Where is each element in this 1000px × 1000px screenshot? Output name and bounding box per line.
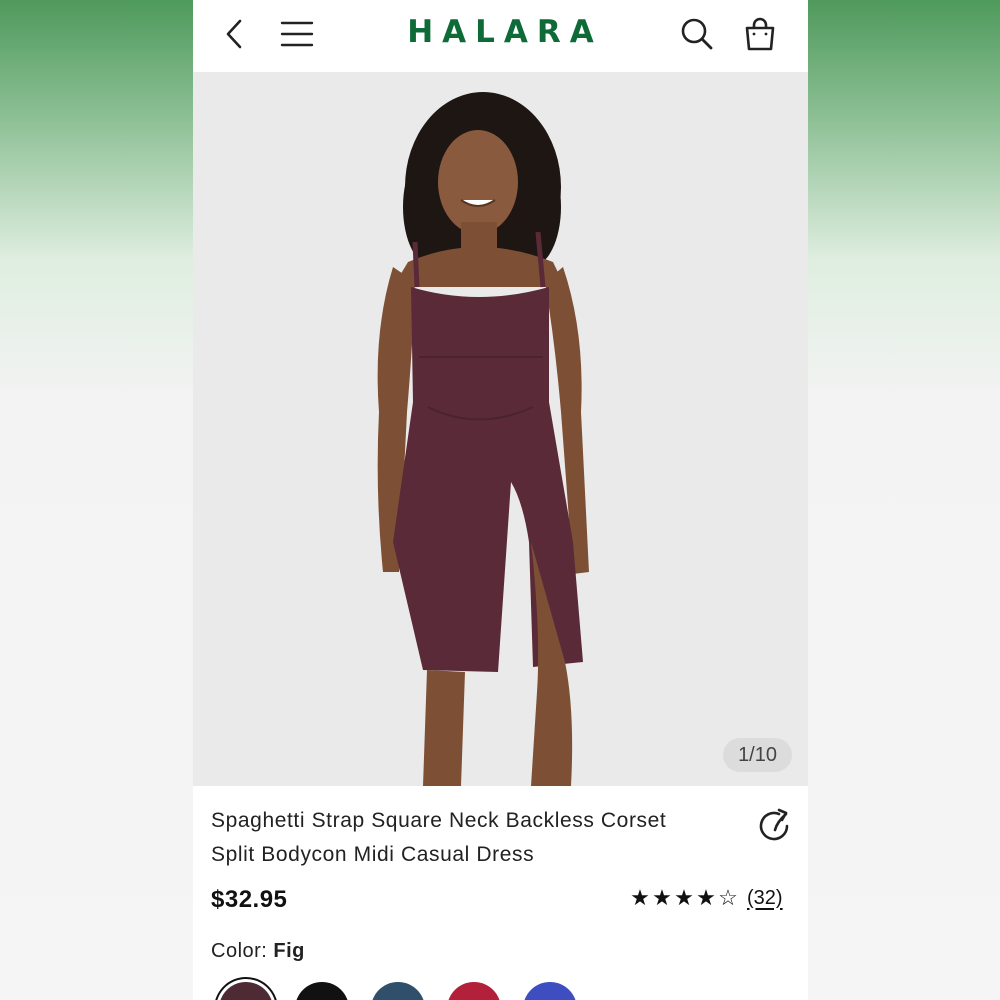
rating-stars: ★ ★ ★ ★ ☆ <box>629 886 739 910</box>
star-filled-icon: ★ <box>674 885 694 910</box>
product-title-line-1: Spaghetti Strap Square Neck Backless Cor… <box>211 809 667 832</box>
share-icon[interactable] <box>757 808 793 844</box>
color-label: Color: <box>211 940 268 962</box>
shopping-bag-icon[interactable] <box>740 14 780 54</box>
product-photo <box>377 92 589 786</box>
swatch-teal[interactable] <box>371 982 425 1000</box>
product-title-line-2: Split Bodycon Midi Casual Dress <box>211 843 535 866</box>
star-filled-icon: ★ <box>696 885 716 910</box>
color-swatches <box>219 982 577 1000</box>
star-filled-icon: ★ <box>652 885 672 910</box>
star-filled-icon: ★ <box>630 885 650 910</box>
swatch-fig[interactable] <box>219 982 273 1000</box>
swatch-black[interactable] <box>295 982 349 1000</box>
product-rating[interactable]: ★ ★ ★ ★ ☆ (32) <box>629 886 783 910</box>
background-left <box>0 0 193 1000</box>
color-selector-label: Color: Fig <box>211 940 305 963</box>
product-price: $32.95 <box>211 886 288 913</box>
top-navigation-bar: HALARA <box>193 0 808 72</box>
swatch-blue[interactable] <box>523 982 577 1000</box>
color-value: Fig <box>273 940 305 962</box>
background-right <box>808 0 1000 1000</box>
app-screen: HALARA 1/10 Spaghetti Strap Square Neck … <box>193 0 808 1000</box>
product-info-panel: Spaghetti Strap Square Neck Backless Cor… <box>193 786 808 1000</box>
star-empty-icon: ☆ <box>718 885 738 910</box>
review-count-link[interactable]: (32) <box>747 887 783 910</box>
product-image-gallery[interactable]: 1/10 <box>193 72 808 786</box>
search-icon[interactable] <box>677 14 717 54</box>
swatch-red[interactable] <box>447 982 501 1000</box>
product-title: Spaghetti Strap Square Neck Backless Cor… <box>211 804 731 872</box>
image-counter: 1/10 <box>723 738 792 772</box>
